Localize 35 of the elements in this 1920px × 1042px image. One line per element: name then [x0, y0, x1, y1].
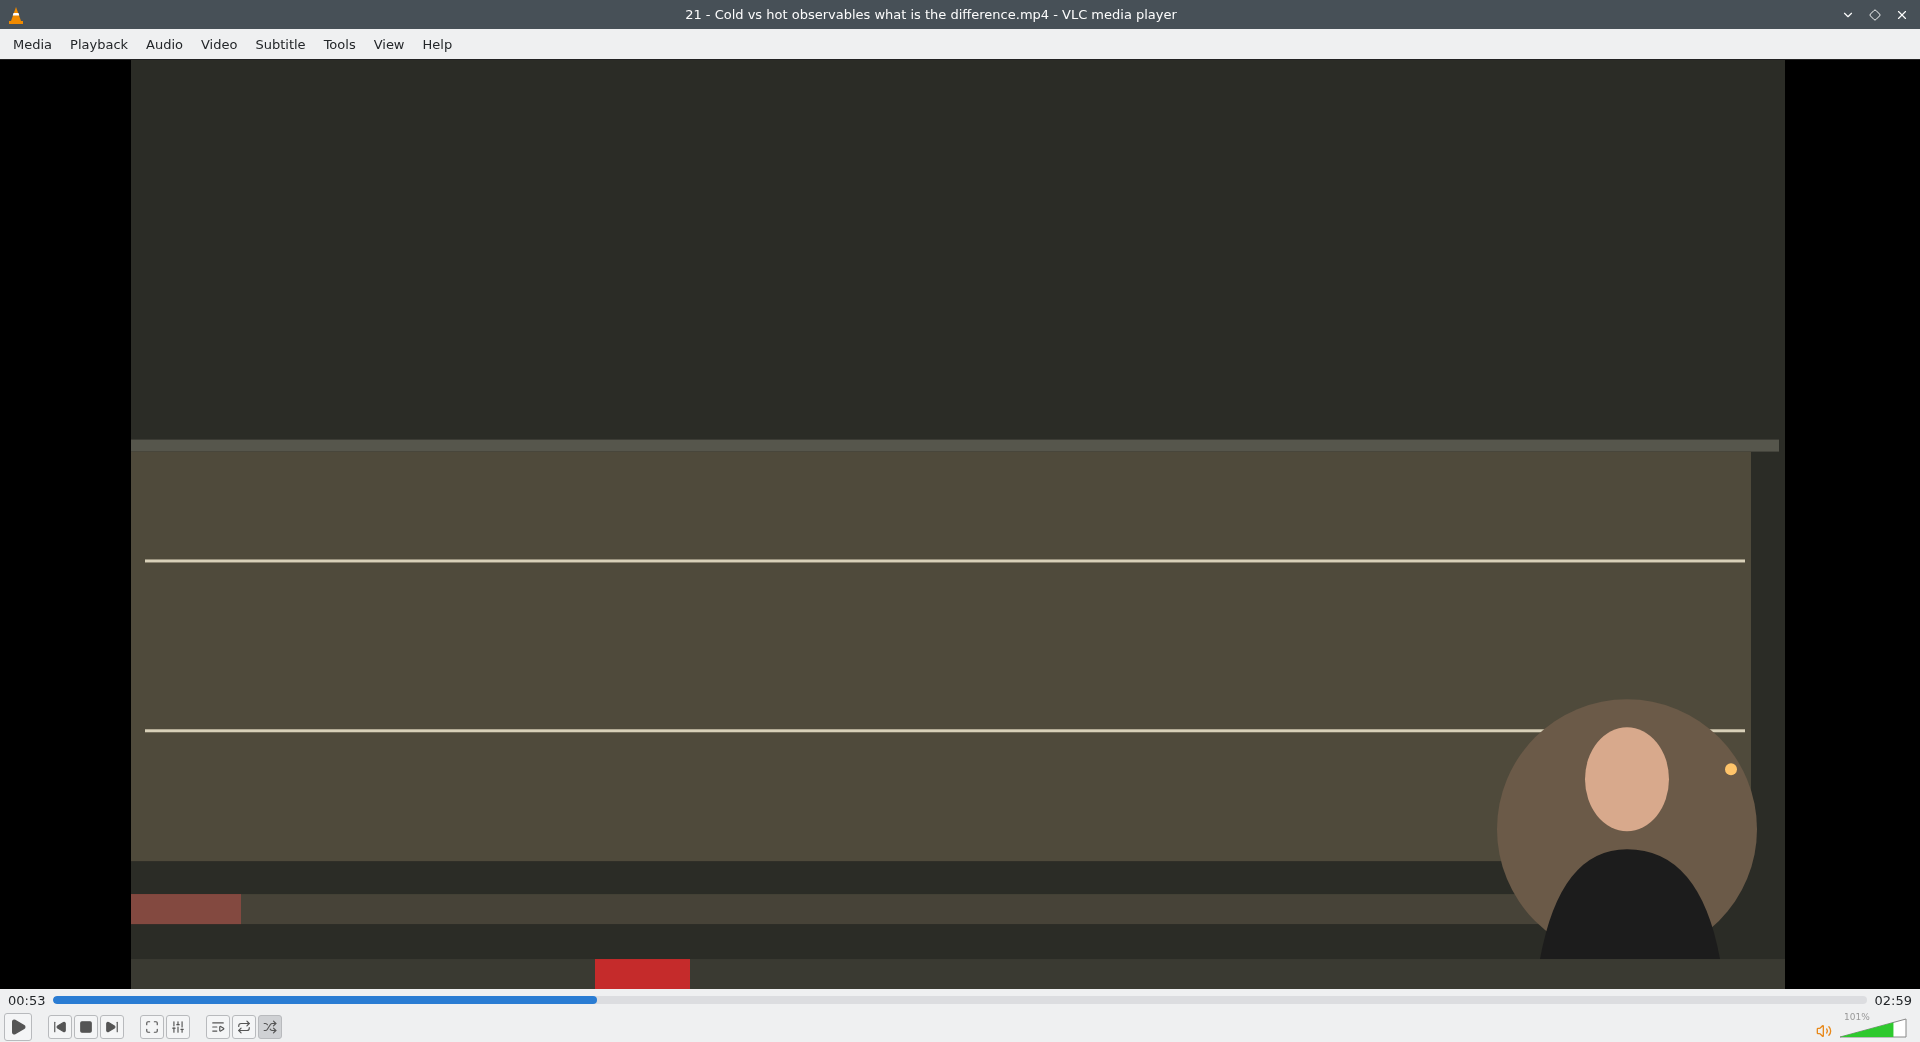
fullscreen-button[interactable]	[140, 1014, 164, 1039]
maximize-button[interactable]	[1866, 8, 1884, 21]
play-button[interactable]	[4, 1012, 32, 1041]
traffic-cone-icon	[8, 5, 24, 24]
previous-icon	[53, 1019, 67, 1034]
menu-item[interactable]: View	[364, 36, 414, 52]
loop-icon	[237, 1019, 251, 1034]
fullscreen-icon	[145, 1019, 159, 1034]
volume-reading: 101%	[1844, 1011, 1870, 1022]
loop-button[interactable]	[232, 1014, 256, 1039]
elapsed-time: 00:53	[8, 992, 46, 1008]
previous-button[interactable]	[48, 1014, 72, 1039]
shuffle-button[interactable]	[258, 1014, 282, 1039]
menu-item[interactable]: Tools	[314, 36, 365, 52]
menu-item[interactable]: Video	[192, 36, 247, 52]
seek-bar[interactable]	[53, 996, 1867, 1004]
next-button[interactable]	[100, 1014, 124, 1039]
settings-button[interactable]	[166, 1014, 190, 1039]
sliders-icon	[171, 1019, 185, 1034]
window-title: 21 - Cold vs hot observables what is the difference.mp4 - VLC media player	[684, 7, 1178, 22]
menu-item[interactable]: Subtitle	[246, 36, 315, 52]
next-icon	[105, 1019, 119, 1034]
speaker-icon	[1816, 1022, 1832, 1039]
menu-item[interactable]: Audio	[137, 36, 192, 52]
shuffle-icon	[263, 1019, 277, 1034]
diamond-icon	[1869, 8, 1881, 21]
playlist-icon	[211, 1019, 225, 1034]
stop-icon	[79, 1019, 93, 1034]
menu-item[interactable]: Help	[413, 36, 462, 52]
total-time: 02:59	[1874, 992, 1912, 1008]
stop-button[interactable]	[74, 1014, 98, 1039]
play-icon	[9, 1017, 27, 1036]
menu-item[interactable]: Media	[4, 36, 62, 52]
menu-item[interactable]: Playback	[61, 36, 138, 52]
playlist-button[interactable]	[206, 1014, 230, 1039]
